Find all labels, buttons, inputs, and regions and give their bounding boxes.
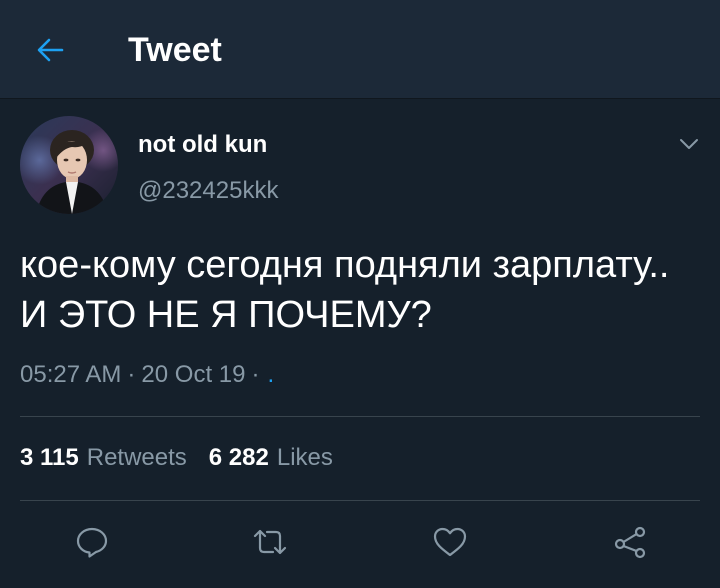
display-name[interactable]: not old kun [138,130,267,160]
reply-button[interactable] [70,520,114,564]
like-icon [433,527,467,557]
back-button[interactable] [30,30,70,70]
share-icon [614,526,646,559]
arrow-left-icon [37,38,64,62]
retweet-count: 3 115 [20,444,79,471]
chevron-down-icon [680,139,698,149]
meta-separator: · [127,361,136,388]
user-handle[interactable]: @232425kkk [138,176,278,206]
source-app-link[interactable]: . [267,358,274,392]
likes-stat[interactable]: 6 282 Likes [209,440,333,476]
retweet-button[interactable] [248,520,292,564]
share-button[interactable] [608,520,652,564]
like-label: Likes [276,444,333,471]
engagement-stats: 3 115 Retweets 6 282 Likes [20,440,333,476]
retweet-icon [253,529,287,555]
tweet-date: 20 Oct 19 [141,361,246,388]
retweet-label: Retweets [86,444,187,471]
avatar[interactable] [20,116,118,214]
retweets-stat[interactable]: 3 115 Retweets [20,440,187,476]
tweet-time: 05:27 AM [20,361,122,388]
reply-icon [76,527,108,558]
more-options-button[interactable] [672,130,706,158]
divider [20,500,700,501]
tweet-timestamp: 05:27 AM · 20 Oct 19 · . [20,358,274,392]
page-title: Tweet [128,31,222,69]
tweet-text: кое-кому сегодня подняли зарплату.. И ЭТ… [20,244,670,336]
header-bar: Tweet [0,0,720,99]
avatar-image [20,116,118,214]
divider [20,416,700,417]
like-count: 6 282 [208,444,269,471]
like-button[interactable] [428,520,472,564]
meta-separator: · [251,361,260,388]
